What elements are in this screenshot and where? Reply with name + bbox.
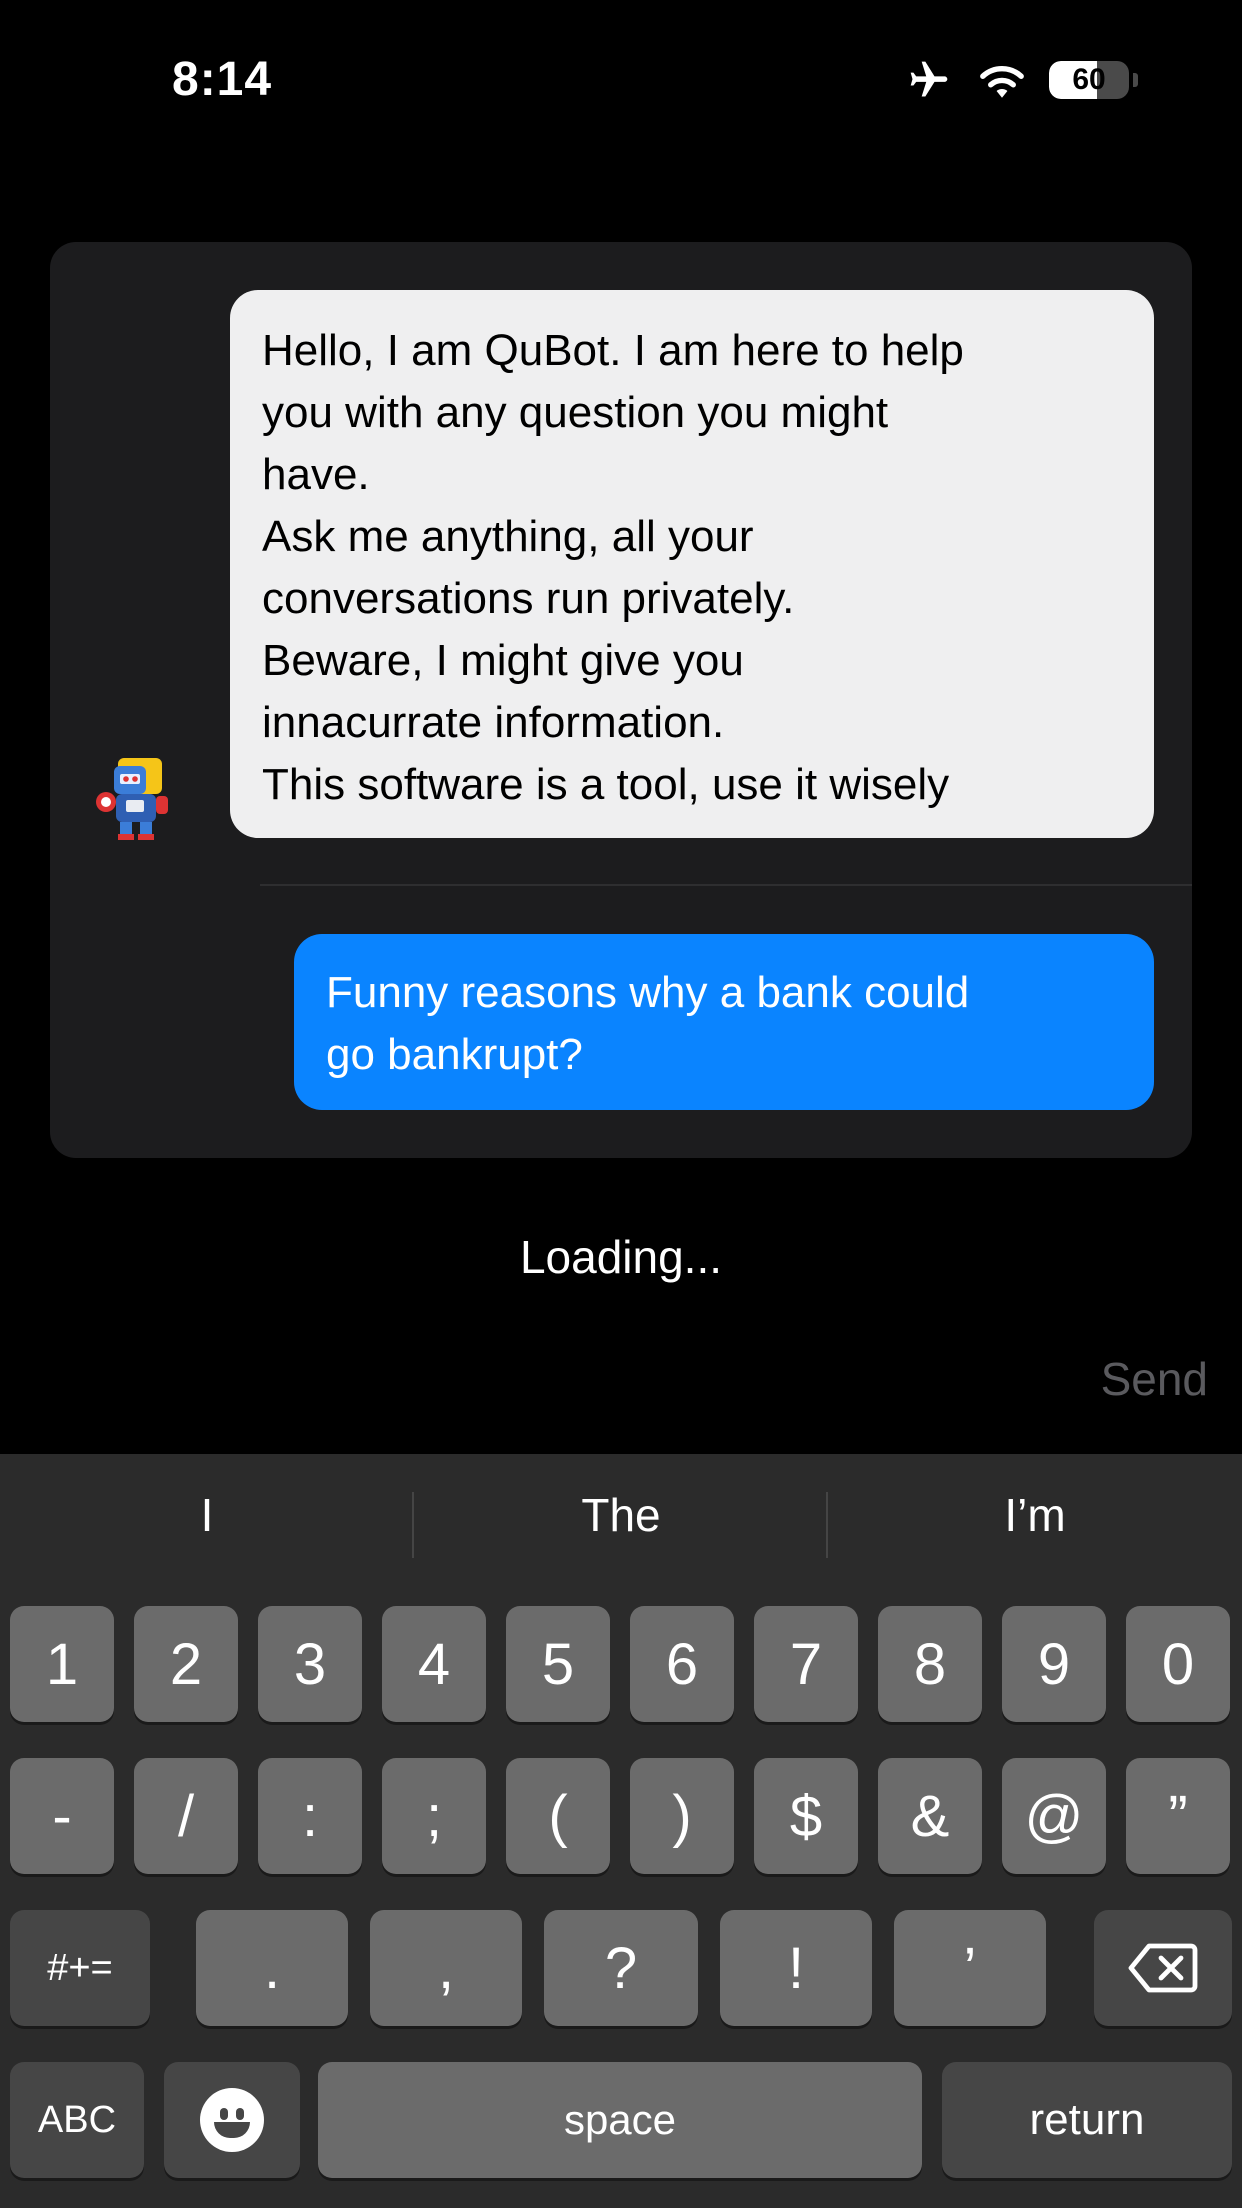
user-message-line: Funny reasons why a bank could: [326, 968, 970, 1017]
bot-message-line: you with any question you might: [262, 388, 889, 437]
chat-panel: Hello, I am QuBot. I am here to help you…: [50, 242, 1192, 1158]
key-5[interactable]: 5: [506, 1606, 610, 1722]
suggestion-item[interactable]: I: [0, 1488, 414, 1542]
key-more-symbols[interactable]: #+=: [10, 1910, 150, 2026]
send-button[interactable]: Send: [1101, 1352, 1208, 1406]
key-exclamation[interactable]: !: [720, 1910, 872, 2026]
key-7[interactable]: 7: [754, 1606, 858, 1722]
key-semicolon[interactable]: ;: [382, 1758, 486, 1874]
bot-message-line: Ask me anything, all your: [262, 512, 754, 561]
key-question[interactable]: ?: [544, 1910, 698, 2026]
return-key[interactable]: return: [942, 2062, 1232, 2178]
message-divider: [260, 884, 1192, 886]
key-period[interactable]: .: [196, 1910, 348, 2026]
status-time: 8:14: [172, 53, 273, 106]
key-dollar[interactable]: $: [754, 1758, 858, 1874]
bot-message-bubble: Hello, I am QuBot. I am here to help you…: [230, 290, 1154, 838]
airplane-icon: [910, 61, 948, 97]
key-2[interactable]: 2: [134, 1606, 238, 1722]
suggestion-bar: I The I’m: [0, 1454, 1242, 1596]
key-quote[interactable]: ”: [1126, 1758, 1230, 1874]
key-4[interactable]: 4: [382, 1606, 486, 1722]
key-ampersand[interactable]: &: [878, 1758, 982, 1874]
key-comma[interactable]: ,: [370, 1910, 522, 2026]
key-0[interactable]: 0: [1126, 1606, 1230, 1722]
key-at[interactable]: @: [1002, 1758, 1106, 1874]
battery-level: 60: [1072, 63, 1106, 96]
space-key[interactable]: space: [318, 2062, 922, 2178]
emoji-icon: [200, 2088, 264, 2152]
suggestion-item[interactable]: I’m: [828, 1488, 1242, 1542]
user-message-bubble: Funny reasons why a bank could go bankru…: [294, 934, 1154, 1110]
battery-icon: 60: [1049, 61, 1138, 99]
robot-avatar-icon: [96, 758, 168, 840]
key-abc[interactable]: ABC: [10, 2062, 144, 2178]
bot-message-line: Hello, I am QuBot. I am here to help: [262, 326, 964, 375]
key-3[interactable]: 3: [258, 1606, 362, 1722]
user-message-line: go bankrupt?: [326, 1030, 583, 1079]
key-8[interactable]: 8: [878, 1606, 982, 1722]
bot-message-line: conversations run privately.: [262, 574, 795, 623]
key-6[interactable]: 6: [630, 1606, 734, 1722]
bot-message-line: innacurrate information.: [262, 698, 725, 747]
emoji-key[interactable]: [164, 2062, 300, 2178]
backspace-icon: [1128, 1943, 1198, 1993]
key-9[interactable]: 9: [1002, 1606, 1106, 1722]
key-colon[interactable]: :: [258, 1758, 362, 1874]
key-hyphen[interactable]: -: [10, 1758, 114, 1874]
key-apostrophe[interactable]: ’: [894, 1910, 1046, 2026]
key-open-paren[interactable]: (: [506, 1758, 610, 1874]
bot-message-line: have.: [262, 450, 370, 499]
key-slash[interactable]: /: [134, 1758, 238, 1874]
backspace-key[interactable]: [1094, 1910, 1232, 2026]
key-close-paren[interactable]: ): [630, 1758, 734, 1874]
suggestion-item[interactable]: The: [414, 1488, 828, 1542]
status-icons: 60: [903, 58, 1138, 102]
keyboard: I The I’m 1 2 3 4 5 6 7 8 9 0 - / : ; ( …: [0, 1454, 1242, 2208]
wifi-icon: [980, 66, 1024, 98]
key-1[interactable]: 1: [10, 1606, 114, 1722]
bot-message-line: This software is a tool, use it wisely: [262, 760, 950, 809]
loading-indicator: Loading...: [519, 1231, 723, 1283]
bot-message-line: Beware, I might give you: [262, 636, 744, 685]
